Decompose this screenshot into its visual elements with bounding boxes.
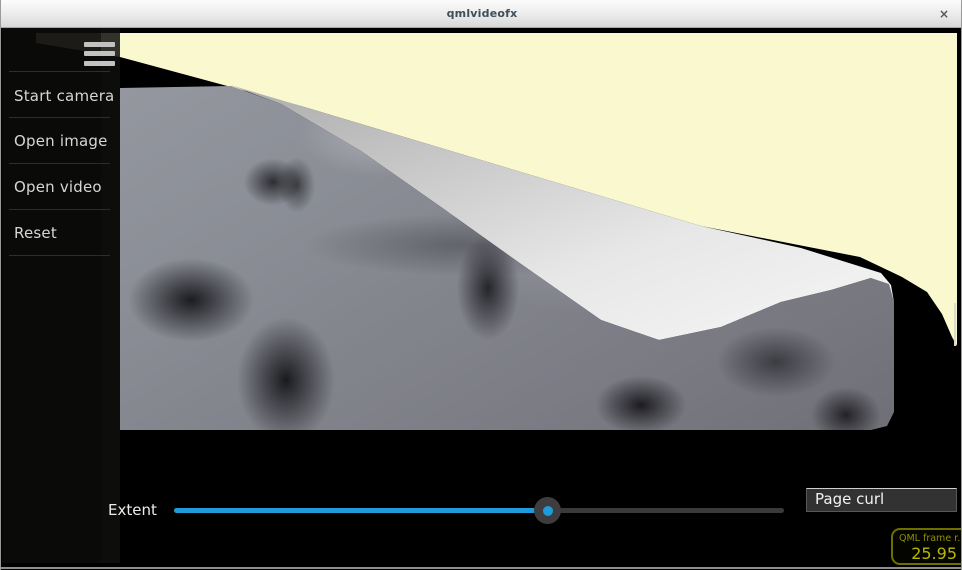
sidebar-divider	[9, 163, 110, 164]
sidebar-item-reset[interactable]: Reset	[14, 224, 114, 242]
slider-handle-dot	[543, 506, 553, 516]
sidebar-divider	[9, 71, 110, 72]
extent-slider-handle[interactable]	[534, 497, 561, 524]
window-bottom-border	[1, 567, 962, 569]
fps-overlay-value: 25.95	[899, 544, 962, 563]
sidebar-item-open-video[interactable]: Open video	[14, 178, 114, 196]
window-title: qmlvideofx	[1, 7, 962, 20]
app-window: qmlvideofx × Start camera Open image Ope…	[0, 0, 962, 570]
close-icon[interactable]: ×	[935, 5, 953, 23]
page-edge-highlight	[954, 303, 956, 346]
sidebar-item-open-image[interactable]: Open image	[14, 132, 114, 150]
sidebar-divider	[9, 117, 110, 118]
sidebar-divider	[9, 255, 110, 256]
sidebar-panel	[2, 28, 101, 563]
extent-slider-fill	[174, 508, 547, 513]
title-bar: qmlvideofx ×	[1, 0, 962, 28]
sidebar-divider	[9, 209, 110, 210]
sidebar-item-start-camera[interactable]: Start camera	[14, 87, 114, 105]
effect-selector-button[interactable]: Page curl	[806, 488, 957, 512]
extent-slider-track[interactable]	[174, 508, 784, 513]
fps-overlay-label: QML frame r...	[899, 533, 962, 544]
hamburger-menu-icon[interactable]	[84, 40, 115, 68]
fps-overlay-badge: QML frame r... 25.95	[891, 528, 962, 565]
sidebar: Start camera Open image Open video Reset	[2, 28, 120, 563]
extent-slider-label: Extent	[108, 501, 157, 519]
